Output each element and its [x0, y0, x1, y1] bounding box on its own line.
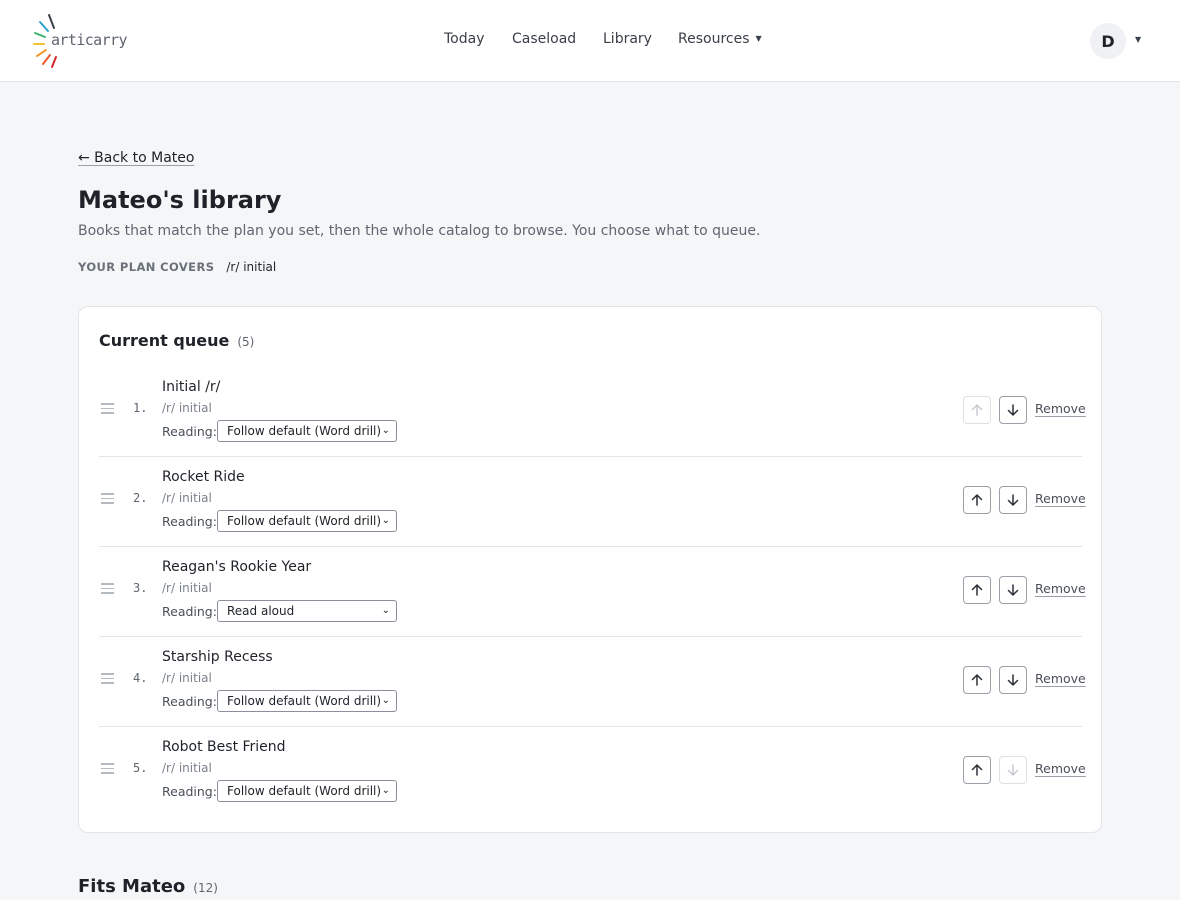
arrow-down-icon [1006, 403, 1020, 417]
drag-handle-icon[interactable] [101, 763, 114, 775]
chevron-down-icon: ⌄ [381, 695, 390, 706]
reading-label: Reading: [162, 694, 217, 709]
plan-value: /r/ initial [226, 260, 277, 274]
book-title: Robot Best Friend [162, 739, 286, 755]
remove-button[interactable]: Remove [1035, 761, 1086, 776]
main-nav: Today Caseload Library Resources ▼ [0, 31, 1180, 51]
arrow-down-icon [1006, 493, 1020, 507]
reading-label: Reading: [162, 604, 217, 619]
queue-position: 3. [133, 581, 148, 595]
plan-summary: YOUR PLAN COVERS/r/ initial [78, 256, 276, 275]
chevron-down-icon: ⌄ [381, 785, 390, 796]
arrow-up-icon [970, 493, 984, 507]
reading-mode-select[interactable]: Follow default (Word drill) ⌄ [217, 690, 397, 712]
move-down-button[interactable] [999, 666, 1027, 694]
book-target-sound: /r/ initial [162, 761, 212, 775]
move-down-button[interactable] [999, 486, 1027, 514]
remove-button[interactable]: Remove [1035, 491, 1086, 506]
queue-position: 1. [133, 401, 148, 415]
arrow-up-icon [970, 673, 984, 687]
nav-resources-label: Resources [678, 31, 750, 47]
chevron-down-icon: ⌄ [381, 515, 390, 526]
reading-mode-value: Follow default (Word drill) [227, 424, 382, 438]
book-target-sound: /r/ initial [162, 401, 212, 415]
caret-down-icon[interactable]: ▼ [1135, 35, 1141, 44]
book-title: Rocket Ride [162, 469, 245, 485]
move-up-button[interactable] [963, 396, 991, 424]
top-navigation-bar: articarry Today Caseload Library Resourc… [0, 0, 1180, 82]
reading-mode-value: Follow default (Word drill) [227, 784, 382, 798]
move-down-button[interactable] [999, 756, 1027, 784]
queue-position: 5. [133, 761, 148, 775]
current-queue-card: Current queue (5) 1. Initial /r/ /r/ initia… [78, 306, 1102, 833]
arrow-down-icon [1006, 673, 1020, 687]
book-title: Starship Recess [162, 649, 273, 665]
remove-button[interactable]: Remove [1035, 401, 1086, 416]
book-title: Initial /r/ [162, 379, 221, 395]
plan-label: YOUR PLAN COVERS [78, 260, 215, 274]
fits-count: (12) [193, 881, 218, 895]
move-down-button[interactable] [999, 576, 1027, 604]
nav-resources[interactable]: Resources ▼ [678, 31, 762, 47]
arrow-up-icon [970, 583, 984, 597]
book-target-sound: /r/ initial [162, 491, 212, 505]
page-subtitle: Books that match the plan you set, then … [78, 223, 761, 239]
reading-label: Reading: [162, 784, 217, 799]
move-up-button[interactable] [963, 756, 991, 784]
queue-count: (5) [237, 335, 255, 349]
queue-title: Current queue [99, 331, 230, 350]
queue-position: 2. [133, 491, 148, 505]
queue-header: Current queue (5) [99, 331, 254, 350]
back-to-student-link[interactable]: ← Back to Mateo [78, 150, 194, 166]
caret-down-icon: ▼ [755, 34, 762, 43]
reading-mode-value: Read aloud [227, 604, 295, 618]
arrow-up-icon [970, 763, 984, 777]
reading-mode-select[interactable]: Follow default (Word drill) ⌄ [217, 510, 397, 532]
reading-label: Reading: [162, 424, 217, 439]
queue-row: 2. Rocket Ride/r/ initial Reading: Follow d… [99, 457, 1086, 547]
arrow-up-icon [970, 403, 984, 417]
nav-library[interactable]: Library [603, 31, 652, 47]
drag-handle-icon[interactable] [101, 583, 114, 595]
fits-section-header: Fits Mateo (12) [78, 876, 218, 897]
queue-row: 4. Starship Recess/r/ initial Reading: Foll… [99, 637, 1086, 727]
move-up-button[interactable] [963, 486, 991, 514]
queue-position: 4. [133, 671, 148, 685]
reading-label: Reading: [162, 514, 217, 529]
arrow-down-icon [1006, 763, 1020, 777]
chevron-down-icon: ⌄ [381, 425, 390, 436]
queue-row: 1. Initial /r//r/ initial Reading: Follow d… [99, 367, 1086, 457]
nav-today[interactable]: Today [444, 31, 485, 47]
fits-title: Fits Mateo [78, 876, 186, 897]
remove-button[interactable]: Remove [1035, 671, 1086, 686]
reading-mode-value: Follow default (Word drill) [227, 694, 382, 708]
move-up-button[interactable] [963, 576, 991, 604]
book-target-sound: /r/ initial [162, 581, 212, 595]
reading-mode-select[interactable]: Read aloud ⌄ [217, 600, 397, 622]
arrow-down-icon [1006, 583, 1020, 597]
reading-mode-select[interactable]: Follow default (Word drill) ⌄ [217, 420, 397, 442]
move-down-button[interactable] [999, 396, 1027, 424]
move-up-button[interactable] [963, 666, 991, 694]
queue-row: 5. Robot Best Friend/r/ initial Reading: Fo… [99, 727, 1086, 817]
queue-row: 3. Reagan's Rookie Year/r/ initial Reading… [99, 547, 1086, 637]
drag-handle-icon[interactable] [101, 673, 114, 685]
reading-mode-select[interactable]: Follow default (Word drill) ⌄ [217, 780, 397, 802]
reading-mode-value: Follow default (Word drill) [227, 514, 382, 528]
queue-list: 1. Initial /r//r/ initial Reading: Follow d… [99, 367, 1086, 817]
book-target-sound: /r/ initial [162, 671, 212, 685]
book-title: Reagan's Rookie Year [162, 559, 312, 575]
drag-handle-icon[interactable] [101, 493, 114, 505]
user-avatar[interactable]: D [1090, 23, 1126, 59]
chevron-down-icon: ⌄ [381, 605, 390, 616]
remove-button[interactable]: Remove [1035, 581, 1086, 596]
drag-handle-icon[interactable] [101, 403, 114, 415]
page-title: Mateo's library [78, 186, 282, 214]
nav-caseload[interactable]: Caseload [512, 31, 576, 47]
